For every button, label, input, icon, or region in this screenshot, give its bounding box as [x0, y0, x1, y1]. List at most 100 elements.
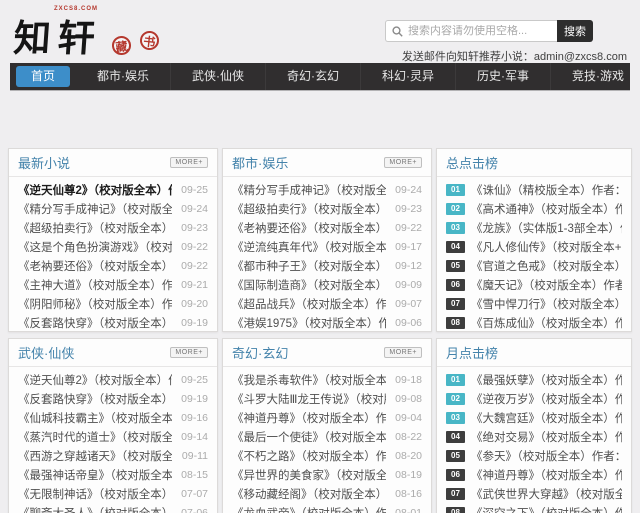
book-link[interactable]: 《绝对交易》（校对版全本）作者… [471, 429, 622, 445]
nav-item-city[interactable]: 都市·娱乐 [76, 63, 172, 90]
nav-item-scifi[interactable]: 科幻·灵异 [361, 63, 457, 90]
list-item: 《神道丹尊》（校对版全本）作者：孤单地飞 09-04 [232, 408, 422, 427]
more-button[interactable]: MORE+ [170, 347, 208, 358]
book-link[interactable]: 《异世界的美食家》（校对版全本）作者：李… [232, 467, 386, 483]
list-item: 《逆天仙尊2》（校对版全本）作者：杜灿 09-25 [18, 370, 208, 389]
list-item: 《主神大道》（校对版全本）作者：古月居士 09-21 [18, 275, 208, 294]
panel-wuxia: 武侠·仙侠 MORE+ 《逆天仙尊2》（校对版全本）作者：杜灿 09-25 《反套路快穿… [8, 338, 218, 513]
list-item: 《港娱1975》（校对版全本）作者：来不及忧伤 09-06 [232, 313, 422, 331]
book-link[interactable]: 《逆天仙尊2》（校对版全本）作者：杜灿 [18, 372, 172, 388]
search-input[interactable] [408, 25, 551, 37]
nav-item-history[interactable]: 历史·军事 [456, 63, 552, 90]
logo-seal-shu: 书 [139, 30, 160, 51]
list-item: 《仙城科技霸主》（校对版全本）作者：试剑… 09-16 [18, 408, 208, 427]
list-item: 04 《凡人修仙传》（校对版全本+番外… [446, 237, 622, 256]
logo-title: 知轩 [12, 16, 104, 60]
book-link[interactable]: 《移动藏经阁》（校对版全本）作者：汉宝 [232, 486, 386, 502]
more-button[interactable]: MORE+ [384, 157, 422, 168]
item-date: 09-22 [181, 240, 208, 253]
book-link[interactable]: 《深空之下》（校对版全本）作者… [471, 505, 622, 513]
recommend-email-note: 发送邮件向知轩推荐小说：admin@zxcs8.com [401, 51, 627, 63]
item-date: 09-07 [395, 297, 422, 310]
book-link[interactable]: 《龙血武帝》（校对版全本）作者：流水无痕 [232, 505, 386, 513]
book-link[interactable]: 《国际制造商》（校对版全本）作者：二将 [232, 277, 386, 293]
book-link[interactable]: 《我是杀毒软件》（校对版全本）作者：懒鸟 [232, 372, 386, 388]
rank-badge: 08 [446, 506, 465, 513]
book-link[interactable]: 《斗罗大陆Ⅲ龙王传说》（校对版全本）作者… [232, 391, 386, 407]
item-date: 09-24 [181, 202, 208, 215]
book-link[interactable]: 《超品战兵》（校对版全本）作者：梁不凡 [232, 296, 386, 312]
list-item: 《这是个角色扮演游戏》（校对版全本）作者… 09-22 [18, 237, 208, 256]
book-link[interactable]: 《老衲要还俗》（校对版全本）作者：一梦黄粱 [18, 258, 172, 274]
item-date: 08-22 [395, 430, 422, 443]
site-logo[interactable]: ZXCS8.COM 知轩 藏 书 [12, 4, 174, 60]
panel-title: 都市·娱乐 [232, 156, 289, 171]
more-button[interactable]: MORE+ [170, 157, 208, 168]
book-link[interactable]: 《逆天仙尊2》（校对版全本）作者：杜灿 [18, 182, 172, 198]
item-date: 09-16 [181, 411, 208, 424]
book-link[interactable]: 《最后一个使徒》（校对版全本）作者：卷土 [232, 429, 386, 445]
book-link[interactable]: 《这是个角色扮演游戏》（校对版全本）作者… [18, 239, 172, 255]
book-list: 01 《诛仙》（精校版全本）作者：萧鼎 02 《高术通神》（校对版全本）作者… 03 《龙… [437, 177, 631, 331]
item-date: 09-22 [395, 221, 422, 234]
book-link[interactable]: 《无限制神话》（校对版全本）作者：废纸桥 [18, 486, 172, 502]
book-link[interactable]: 《仙城科技霸主》（校对版全本）作者：试剑… [18, 410, 172, 426]
book-link[interactable]: 《神道丹尊》（校对版全本）作者… [471, 467, 622, 483]
book-link[interactable]: 《超级拍卖行》（校对版全本）作者：玉米熊 [18, 220, 172, 236]
book-link[interactable]: 《参天》（校对版全本）作者：风… [471, 448, 622, 464]
book-link[interactable]: 《凡人修仙传》（校对版全本+番外… [471, 239, 622, 255]
item-date: 07-07 [181, 487, 208, 500]
item-date: 08-01 [395, 506, 422, 513]
book-link[interactable]: 《官道之色戒》（校对版全本）作… [471, 258, 622, 274]
panel-header: 总点击榜 [437, 149, 631, 177]
book-link[interactable]: 《主神大道》（校对版全本）作者：古月居士 [18, 277, 172, 293]
book-link[interactable]: 《龙族》（实体版1-3部全本）作者… [471, 220, 622, 236]
book-link[interactable]: 《大魏宫廷》（校对版全本）作者… [471, 410, 622, 426]
nav-item-game[interactable]: 竞技·游戏 [551, 63, 640, 90]
book-link[interactable]: 《都市种子王》（校对版全本）作者：七星荔… [232, 258, 386, 274]
book-link[interactable]: 《精分写手成神记》（校对版全本）作者：卡… [18, 201, 172, 217]
book-link[interactable]: 《港娱1975》（校对版全本）作者：来不及忧伤 [232, 315, 386, 331]
book-link[interactable]: 《精分写手成神记》（校对版全本）作者：卡… [232, 182, 386, 198]
list-item: 08 《百炼成仙》（校对版全本）作者… [446, 313, 622, 331]
book-link[interactable]: 《蒸汽时代的道士》（校对版全本）作者：雪… [18, 429, 172, 445]
book-link[interactable]: 《高术通神》（校对版全本）作者… [471, 201, 622, 217]
list-item: 《异世界的美食家》（校对版全本）作者：李… 08-19 [232, 465, 422, 484]
list-item: 《国际制造商》（校对版全本）作者：二将 09-09 [232, 275, 422, 294]
search-button[interactable]: 搜索 [557, 20, 593, 42]
book-link[interactable]: 《最强妖孽》（校对版全本）作者… [471, 372, 622, 388]
book-link[interactable]: 《西游之穿越诸天》（校对版全本）作者：千… [18, 448, 172, 464]
rank-badge: 07 [446, 297, 465, 310]
book-link[interactable]: 《聊斋大圣人》（校对版全本）作者：佛前献花 [18, 505, 172, 513]
book-link[interactable]: 《神道丹尊》（校对版全本）作者：孤单地飞 [232, 410, 386, 426]
book-link[interactable]: 《百炼成仙》（校对版全本）作者… [471, 315, 622, 331]
more-button[interactable]: MORE+ [384, 347, 422, 358]
book-link[interactable]: 《逆夜万岁》（校对版全本）作者… [471, 391, 622, 407]
item-date: 09-08 [395, 392, 422, 405]
nav-item-fantasy[interactable]: 奇幻·玄幻 [266, 63, 362, 90]
list-item: 《龙血武帝》（校对版全本）作者：流水无痕 08-01 [232, 503, 422, 513]
list-item: 06 《神道丹尊》（校对版全本）作者… [446, 465, 622, 484]
book-link[interactable]: 《反套路快穿》（校对版全本）作者：良心 [18, 391, 172, 407]
list-item: 《超级拍卖行》（校对版全本）作者：玉米熊 09-23 [232, 199, 422, 218]
search-icon [392, 25, 403, 37]
book-list: 《逆天仙尊2》（校对版全本）作者：杜灿 09-25 《精分写手成神记》（校对版全本）… [9, 177, 217, 331]
book-link[interactable]: 《超级拍卖行》（校对版全本）作者：玉米熊 [232, 201, 386, 217]
list-item: 03 《大魏宫廷》（校对版全本）作者… [446, 408, 622, 427]
book-link[interactable]: 《魔天记》（校对版全本）作者：… [471, 277, 622, 293]
book-link[interactable]: 《逆流纯真年代》（校对版全本）作者：人间… [232, 239, 386, 255]
nav-item-home[interactable]: 首页 [16, 66, 71, 87]
book-link[interactable]: 《老衲要还俗》（校对版全本）作者：一梦黄粱 [232, 220, 386, 236]
nav-item-wuxia[interactable]: 武侠·仙侠 [171, 63, 267, 90]
item-date: 08-16 [395, 487, 422, 500]
book-link[interactable]: 《反套路快穿》（校对版全本）作者：良心 [18, 315, 172, 331]
list-item: 01 《诛仙》（精校版全本）作者：萧鼎 [446, 180, 622, 199]
book-link[interactable]: 《诛仙》（精校版全本）作者：萧鼎 [471, 182, 622, 198]
book-link[interactable]: 《雪中悍刀行》（校对版全本）作… [471, 296, 622, 312]
book-link[interactable]: 《不朽之路》（校对版全本）作者：胜己 [232, 448, 386, 464]
item-date: 09-11 [181, 449, 208, 462]
book-link[interactable]: 《阴阳师秘》（校对版全本）作者：灵异13号 [18, 296, 172, 312]
item-date: 09-24 [395, 183, 422, 196]
book-link[interactable]: 《最强神话帝皇》（校对版全本）作者：任我笑 [18, 467, 172, 483]
book-link[interactable]: 《武侠世界大穿越》（校对版全本… [471, 486, 622, 502]
